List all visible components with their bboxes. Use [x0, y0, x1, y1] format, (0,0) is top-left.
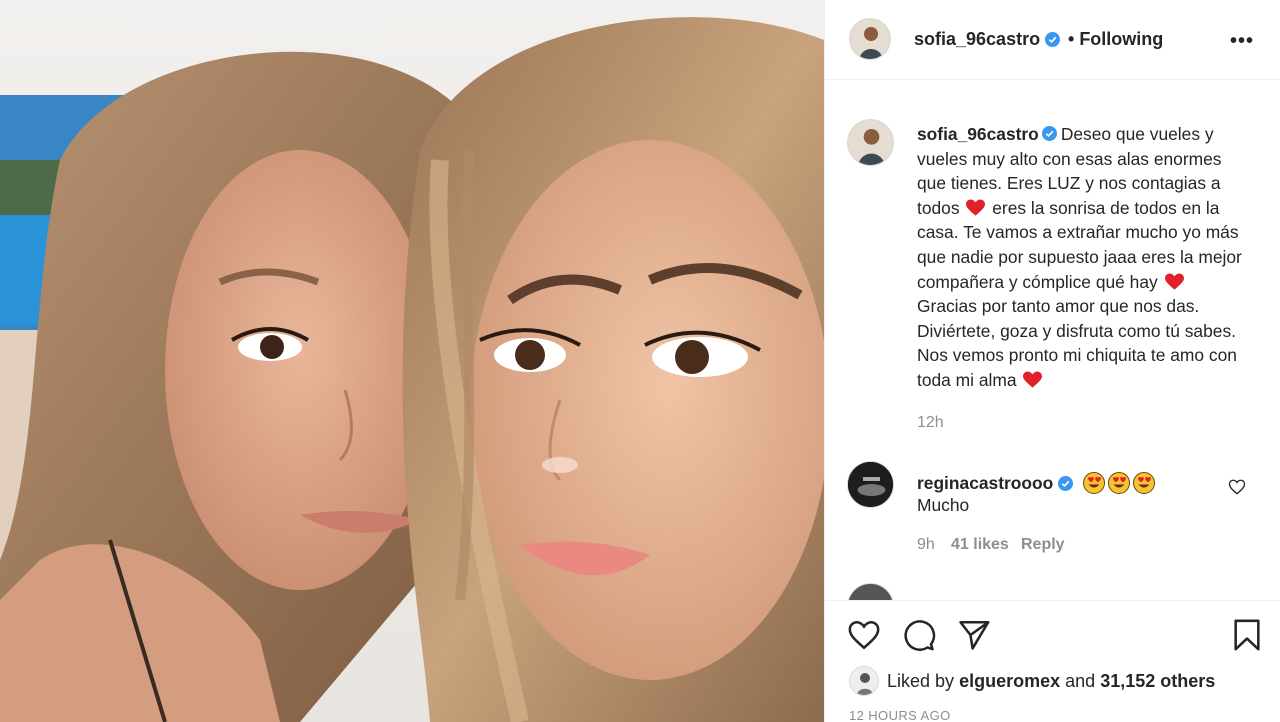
comment-timestamp[interactable]: 9h: [917, 536, 935, 554]
liked-by-others-count[interactable]: 31,152 others: [1100, 671, 1215, 692]
red-heart-emoji-icon: [1023, 371, 1043, 388]
post-photo[interactable]: [0, 0, 824, 722]
verified-icon: [1045, 32, 1061, 47]
next-commenter-avatar[interactable]: [847, 583, 894, 600]
separator-dot: •: [1068, 29, 1080, 49]
comments-area[interactable]: sofia_96castro Deseo que vueles y vueles …: [825, 81, 1280, 600]
follow-status[interactable]: • Following: [1068, 29, 1163, 50]
caption-text-3: Gracias por tanto amor que nos das. Divi…: [917, 296, 1237, 390]
liked-by-avatar[interactable]: [849, 666, 879, 696]
share-icon[interactable]: [957, 618, 991, 652]
author-username-row[interactable]: sofia_96castro: [914, 29, 1061, 50]
comment-reply-button[interactable]: Reply: [1021, 536, 1065, 554]
commenter-avatar-image: [848, 462, 893, 507]
liked-by-avatar-image: [850, 667, 878, 695]
author-username[interactable]: sofia_96castro: [914, 29, 1040, 50]
post-side-panel: sofia_96castro • Following ••• sofia_96c…: [824, 0, 1280, 722]
comment-text: Mucho: [917, 495, 970, 515]
comment-emojis: [1083, 472, 1158, 494]
post-header: sofia_96castro • Following •••: [825, 0, 1280, 80]
heart-eyes-emoji-icon: [1133, 472, 1156, 494]
red-heart-emoji-icon: [1164, 273, 1184, 290]
photo-illustration: [0, 0, 824, 722]
verified-icon: [1058, 475, 1074, 491]
bookmark-icon[interactable]: [1230, 618, 1264, 652]
caption-author-avatar[interactable]: [847, 119, 894, 166]
comment-like-heart-icon[interactable]: [1228, 478, 1246, 496]
heart-eyes-emoji-icon: [1083, 472, 1106, 494]
heart-icon[interactable]: [847, 618, 881, 652]
post-age[interactable]: 12 HOURS AGO: [849, 708, 951, 722]
comment-icon[interactable]: [902, 618, 936, 652]
comment-row-header: reginacastroooo: [917, 472, 1158, 494]
comment-likes-count[interactable]: 41 likes: [951, 536, 1009, 554]
author-avatar-image: [850, 19, 890, 59]
red-heart-emoji-icon: [966, 199, 986, 216]
heart-eyes-emoji-icon: [1108, 472, 1131, 494]
liked-by-and: and: [1065, 670, 1096, 691]
commenter-username[interactable]: reginacastroooo: [917, 473, 1053, 494]
caption-username[interactable]: sofia_96castro: [917, 124, 1039, 144]
post-actions: Liked by elgueromex and 31,152 others 12…: [825, 600, 1280, 722]
author-avatar[interactable]: [849, 18, 891, 60]
more-options-icon[interactable]: •••: [1230, 30, 1254, 53]
caption-timestamp[interactable]: 12h: [917, 414, 944, 432]
liked-by-prefix: Liked by: [887, 670, 955, 691]
follow-status-label[interactable]: Following: [1079, 29, 1163, 49]
commenter-avatar[interactable]: [847, 461, 894, 508]
post-caption: sofia_96castro Deseo que vueles y vueles …: [917, 122, 1247, 393]
liked-by-row: Liked by elgueromex and 31,152 others: [849, 666, 1215, 696]
caption-author-avatar-image: [848, 120, 893, 165]
verified-icon: [1041, 126, 1057, 141]
liked-by-username[interactable]: elgueromex: [959, 671, 1060, 692]
